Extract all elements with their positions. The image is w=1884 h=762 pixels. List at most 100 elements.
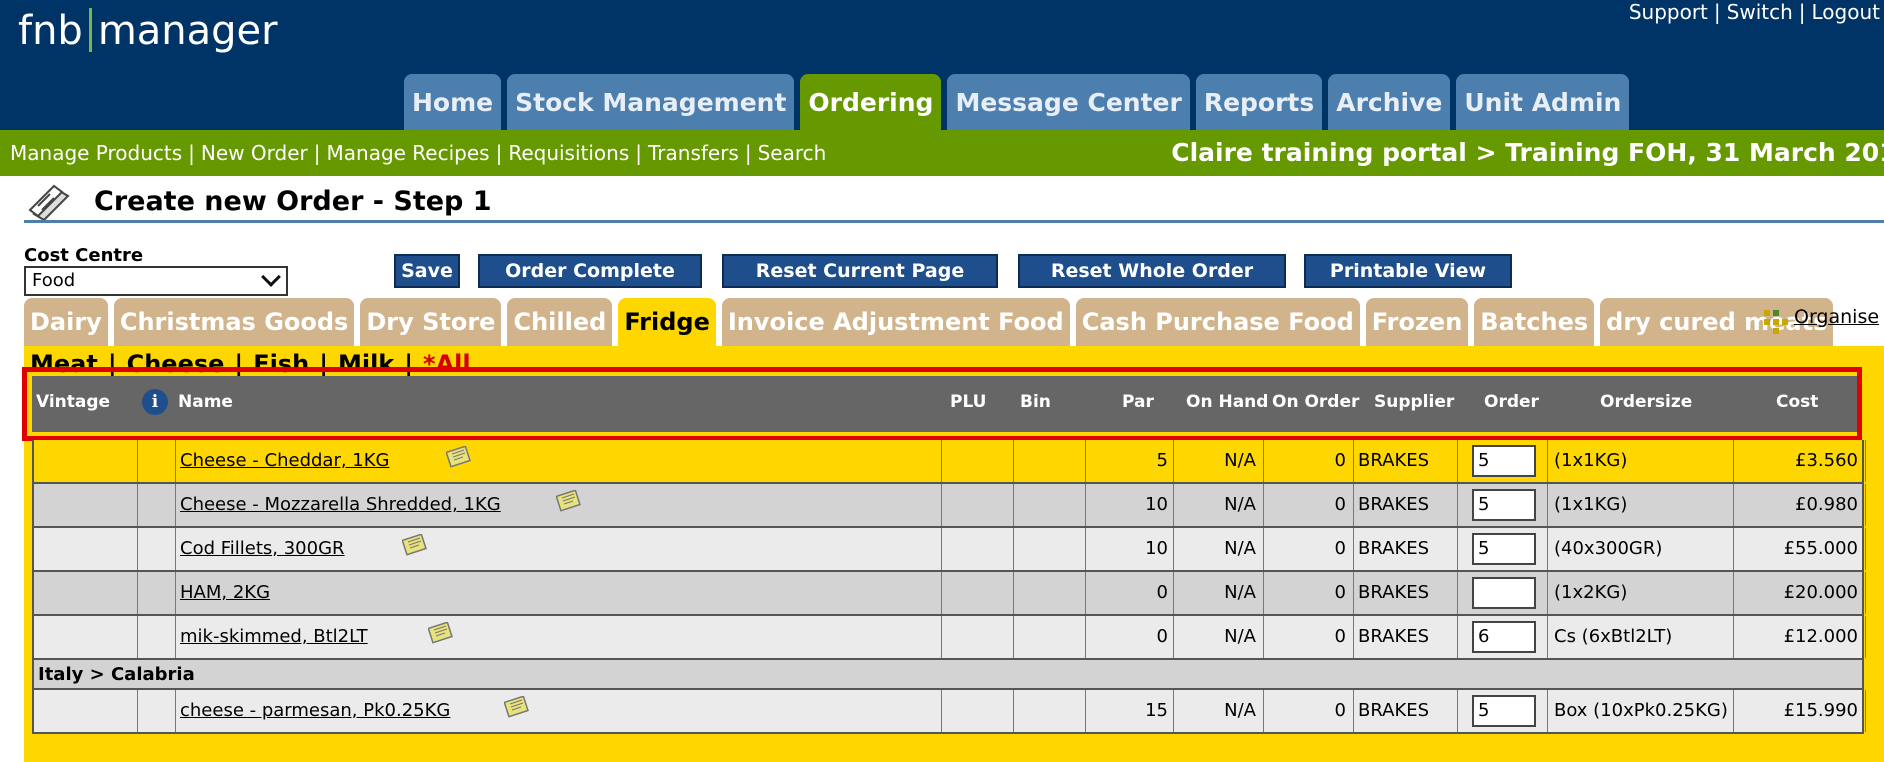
order-quantity-input[interactable]: 5 — [1472, 533, 1536, 565]
search-link[interactable]: Search — [758, 141, 827, 165]
order-quantity-input[interactable]: 6 — [1472, 621, 1536, 653]
on-hand-value: N/A — [1224, 700, 1256, 721]
ordersize-value: (1x1KG) — [1554, 450, 1628, 471]
product-name-link[interactable]: cheese - parmesan, Pk0.25KG — [180, 700, 450, 721]
switch-link[interactable]: Switch — [1727, 0, 1793, 24]
ordersize-value: Box (10xPk0.25KG) — [1554, 700, 1728, 721]
page-title-row: Create new Order - Step 1 — [24, 182, 1884, 222]
note-icon[interactable] — [503, 695, 530, 718]
note-icon[interactable] — [445, 445, 472, 468]
table-cell — [1014, 528, 1086, 570]
table-cell — [1014, 616, 1086, 658]
organise-icon[interactable] — [1762, 306, 1790, 334]
par-value: 10 — [1145, 494, 1168, 515]
order-quantity-input[interactable]: 5 — [1472, 695, 1536, 727]
manage-recipes-link[interactable]: Manage Recipes — [327, 141, 490, 165]
cost-centre-label: Cost Centre — [24, 245, 144, 266]
on-order-value: 0 — [1334, 626, 1346, 647]
tab-dairy[interactable]: Dairy — [24, 298, 108, 346]
tab-home[interactable]: Home — [404, 74, 502, 130]
product-name-link[interactable]: HAM, 2KG — [180, 582, 270, 603]
support-link[interactable]: Support — [1629, 0, 1708, 24]
table-cell — [34, 690, 138, 732]
app-header: fnb manager Support | Switch | Logout Home St… — [0, 0, 1884, 130]
sub-nav-links: Manage Products | New Order | Manage Recipes… — [10, 141, 826, 165]
requisitions-link[interactable]: Requisitions — [508, 141, 629, 165]
par-value: 15 — [1145, 700, 1168, 721]
order-quantity-input[interactable]: 5 — [1472, 445, 1536, 477]
table-cell — [942, 440, 1014, 482]
tab-batches[interactable]: Batches — [1474, 298, 1595, 346]
tab-reports[interactable]: Reports — [1195, 74, 1323, 130]
tab-stock-management[interactable]: Stock Management — [507, 74, 795, 130]
reset-current-page-button[interactable]: Reset Current Page — [722, 254, 998, 288]
tab-fridge[interactable]: Fridge — [618, 298, 716, 346]
table-cell — [34, 440, 138, 482]
category-tabs: Dairy Christmas Goods Dry Store Chilled … — [24, 298, 1834, 346]
logout-link[interactable]: Logout — [1812, 0, 1880, 24]
divider: | — [1798, 0, 1806, 24]
par-value: 10 — [1145, 538, 1168, 559]
tab-chilled[interactable]: Chilled — [507, 298, 613, 346]
new-order-link[interactable]: New Order — [201, 141, 308, 165]
divider: | — [188, 141, 195, 165]
cost-value: £15.990 — [1783, 700, 1858, 721]
table-row: HAM, 2KG 0 N/A 0 BRAKES (1x2KG) £20.000 — [32, 572, 1866, 616]
note-icon[interactable] — [401, 533, 428, 556]
tab-message-center[interactable]: Message Center — [947, 74, 1190, 130]
tab-invoice-adjustment-food[interactable]: Invoice Adjustment Food — [721, 298, 1070, 346]
on-hand-value: N/A — [1224, 626, 1256, 647]
table-row: Cheese - Cheddar, 1KG 5 N/A 0 BRAKES 5 (1x1KG)… — [32, 440, 1866, 484]
reset-whole-order-button[interactable]: Reset Whole Order — [1018, 254, 1286, 288]
table-cell — [138, 440, 176, 482]
order-quantity-input[interactable]: 5 — [1472, 489, 1536, 521]
order-quantity-input[interactable] — [1472, 577, 1536, 609]
note-icon[interactable] — [555, 489, 582, 512]
cost-value: £12.000 — [1783, 626, 1858, 647]
ordersize-value: (40x300GR) — [1554, 538, 1663, 559]
supplier-value: BRAKES — [1358, 582, 1430, 603]
tab-frozen[interactable]: Frozen — [1365, 298, 1469, 346]
on-order-value: 0 — [1334, 582, 1346, 603]
table-cell — [942, 484, 1014, 526]
table-cell — [34, 616, 138, 658]
divider: | — [1713, 0, 1721, 24]
supplier-value: BRAKES — [1358, 538, 1430, 559]
manage-products-link[interactable]: Manage Products — [10, 141, 182, 165]
table-cell — [1014, 690, 1086, 732]
product-name-link[interactable]: Cod Fillets, 300GR — [180, 538, 345, 559]
tab-dry-store[interactable]: Dry Store — [360, 298, 502, 346]
breadcrumb: Claire training portal > Training FOH, 3… — [1171, 138, 1884, 167]
annotation-highlight-box — [22, 367, 1862, 441]
product-name-link[interactable]: Cheese - Cheddar, 1KG — [180, 450, 390, 471]
main-nav: Home Stock Management Ordering Message C… — [404, 74, 1630, 130]
cost-centre-select[interactable]: Food — [24, 266, 288, 296]
note-icon[interactable] — [427, 621, 454, 644]
tab-christmas-goods[interactable]: Christmas Goods — [113, 298, 355, 346]
supplier-value: BRAKES — [1358, 494, 1430, 515]
app-logo[interactable]: fnb manager — [18, 8, 278, 54]
tab-ordering[interactable]: Ordering — [800, 74, 942, 130]
logo-text-fnb: fnb — [18, 8, 83, 54]
printable-view-button[interactable]: Printable View — [1304, 254, 1512, 288]
supplier-value: BRAKES — [1358, 700, 1430, 721]
tab-cash-purchase-food[interactable]: Cash Purchase Food — [1075, 298, 1360, 346]
save-button[interactable]: Save — [394, 254, 460, 288]
table-cell — [1014, 484, 1086, 526]
on-order-value: 0 — [1334, 700, 1346, 721]
tab-unit-admin[interactable]: Unit Admin — [1456, 74, 1630, 130]
product-name-link[interactable]: Cheese - Mozzarella Shredded, 1KG — [180, 494, 501, 515]
table-cell — [138, 572, 176, 614]
divider: | — [744, 141, 752, 165]
supplier-value: BRAKES — [1358, 626, 1430, 647]
cost-centre-value: Food — [32, 270, 76, 291]
table-row: Cheese - Mozzarella Shredded, 1KG 10 N/A 0 B… — [32, 484, 1866, 528]
transfers-link[interactable]: Transfers — [648, 141, 739, 165]
table-cell — [34, 484, 138, 526]
group-header-row: Italy > Calabria — [32, 660, 1864, 690]
table-cell — [138, 616, 176, 658]
order-complete-button[interactable]: Order Complete — [478, 254, 702, 288]
tab-archive[interactable]: Archive — [1328, 74, 1451, 130]
product-name-link[interactable]: mik-skimmed, Btl2LT — [180, 626, 368, 647]
organise-link[interactable]: Organise — [1794, 306, 1879, 328]
